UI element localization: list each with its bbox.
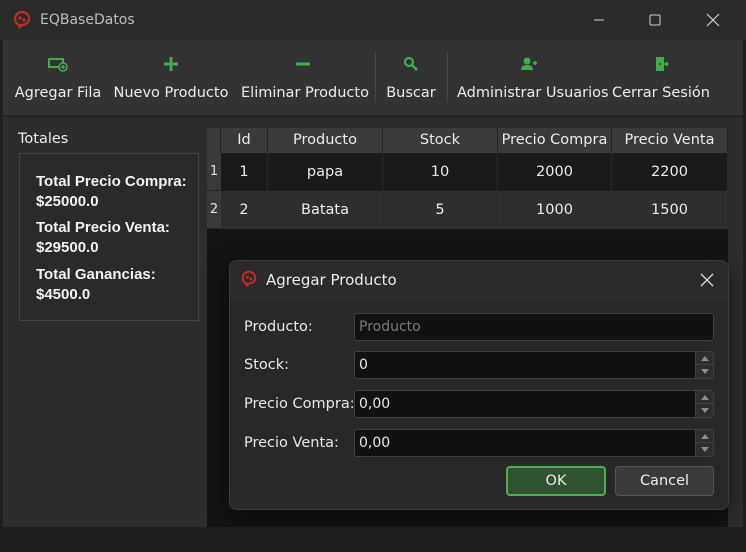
search-label: Buscar (386, 85, 436, 101)
producto-input[interactable] (354, 313, 714, 341)
add-product-dialog: Agregar Producto Producto: Stock: 0 Prec… (229, 260, 729, 510)
column-header-id[interactable]: Id (221, 128, 268, 153)
table-row[interactable]: 2 2 Batata 5 1000 1500 (207, 191, 728, 229)
total-venta-label: Total Precio Venta: (36, 219, 170, 236)
stock-spin-buttons (695, 352, 713, 378)
stock-increment-button[interactable] (696, 352, 713, 365)
stock-value[interactable]: 0 (359, 352, 368, 378)
add-row-button[interactable]: Agregar Fila (13, 40, 103, 116)
cell-producto[interactable]: papa (268, 153, 383, 191)
manage-users-button[interactable]: Administrar Usuarios (457, 40, 609, 116)
dialog-close-button[interactable] (690, 263, 724, 297)
totals-panel: Total Precio Compra: $25000.0 Total Prec… (19, 153, 199, 321)
total-ganancias-label: Total Ganancias: (36, 266, 156, 283)
precio-venta-spinbox[interactable]: 0,00 (354, 429, 714, 457)
minus-icon (293, 54, 313, 74)
total-ganancias-value: $4500.0 (36, 286, 91, 303)
cell-stock[interactable]: 10 (383, 153, 498, 191)
table-corner[interactable] (207, 128, 221, 153)
cell-precio-venta[interactable]: 1500 (612, 191, 728, 229)
column-header-producto[interactable]: Producto (268, 128, 383, 153)
cell-precio-compra[interactable]: 2000 (498, 153, 612, 191)
stock-decrement-button[interactable] (696, 365, 713, 378)
row-header[interactable]: 1 (207, 153, 221, 191)
new-product-label: Nuevo Producto (113, 85, 229, 101)
toolbar-separator (447, 52, 448, 102)
cell-precio-compra[interactable]: 1000 (498, 191, 612, 229)
minimize-button[interactable] (570, 0, 628, 40)
dialog-title: Agregar Producto (266, 271, 397, 289)
precio-compra-label: Precio Compra: (244, 396, 355, 412)
precio-venta-label: Precio Venta: (244, 435, 339, 451)
logout-label: Cerrar Sesión (612, 85, 710, 101)
precio-venta-spin-buttons (695, 430, 713, 456)
status-bar (3, 527, 743, 552)
toolbar: Agregar Fila Nuevo Producto Eliminar Pro… (3, 40, 743, 116)
stock-spinbox[interactable]: 0 (354, 351, 714, 379)
column-header-stock[interactable]: Stock (383, 128, 498, 153)
precio-compra-decrement-button[interactable] (696, 404, 713, 417)
precio-venta-decrement-button[interactable] (696, 443, 713, 456)
precio-venta-increment-button[interactable] (696, 430, 713, 443)
user-add-icon (519, 54, 539, 74)
window-title: EQBaseDatos (40, 12, 135, 28)
logout-icon (651, 54, 671, 74)
cell-id[interactable]: 1 (221, 153, 268, 191)
precio-venta-value[interactable]: 0,00 (359, 430, 390, 456)
table-row[interactable]: 1 1 papa 10 2000 2200 (207, 153, 728, 191)
totals-heading: Totales (18, 131, 69, 147)
cell-precio-venta[interactable]: 2200 (612, 153, 728, 191)
search-button[interactable]: Buscar (383, 40, 439, 116)
cell-producto[interactable]: Batata (268, 191, 383, 229)
delete-product-button[interactable]: Eliminar Producto (241, 40, 369, 116)
title-bar: EQBaseDatos (0, 0, 746, 40)
app-logo-icon (12, 10, 32, 30)
plus-icon (161, 54, 181, 74)
cell-id[interactable]: 2 (221, 191, 268, 229)
new-product-button[interactable]: Nuevo Producto (113, 40, 229, 116)
search-icon (401, 54, 421, 74)
close-icon (700, 273, 714, 287)
total-compra-value: $25000.0 (36, 193, 99, 210)
column-header-precio-venta[interactable]: Precio Venta (612, 128, 728, 153)
cell-stock[interactable]: 5 (383, 191, 498, 229)
ok-button[interactable]: OK (506, 466, 606, 496)
dialog-title-bar[interactable]: Agregar Producto (230, 261, 728, 299)
add-row-label: Agregar Fila (14, 85, 102, 101)
column-header-precio-compra[interactable]: Precio Compra (498, 128, 612, 153)
stock-label: Stock: (244, 357, 290, 373)
total-venta-value: $29500.0 (36, 239, 99, 256)
precio-compra-spinbox[interactable]: 0,00 (354, 390, 714, 418)
table-header-row: Id Producto Stock Precio Compra Precio V… (207, 128, 728, 153)
producto-label: Producto: (244, 319, 313, 335)
delete-product-label: Eliminar Producto (241, 85, 369, 101)
precio-compra-value[interactable]: 0,00 (359, 391, 390, 417)
app-logo-icon (240, 270, 258, 288)
toolbar-separator (375, 52, 376, 102)
logout-button[interactable]: Cerrar Sesión (611, 40, 711, 116)
cancel-button[interactable]: Cancel (615, 466, 714, 496)
precio-compra-increment-button[interactable] (696, 391, 713, 404)
row-header[interactable]: 2 (207, 191, 221, 229)
precio-compra-spin-buttons (695, 391, 713, 417)
manage-users-label: Administrar Usuarios (457, 85, 609, 101)
total-compra-label: Total Precio Compra: (36, 173, 187, 190)
add-row-icon (48, 54, 68, 74)
maximize-button[interactable] (626, 0, 684, 40)
close-window-button[interactable] (684, 0, 742, 40)
